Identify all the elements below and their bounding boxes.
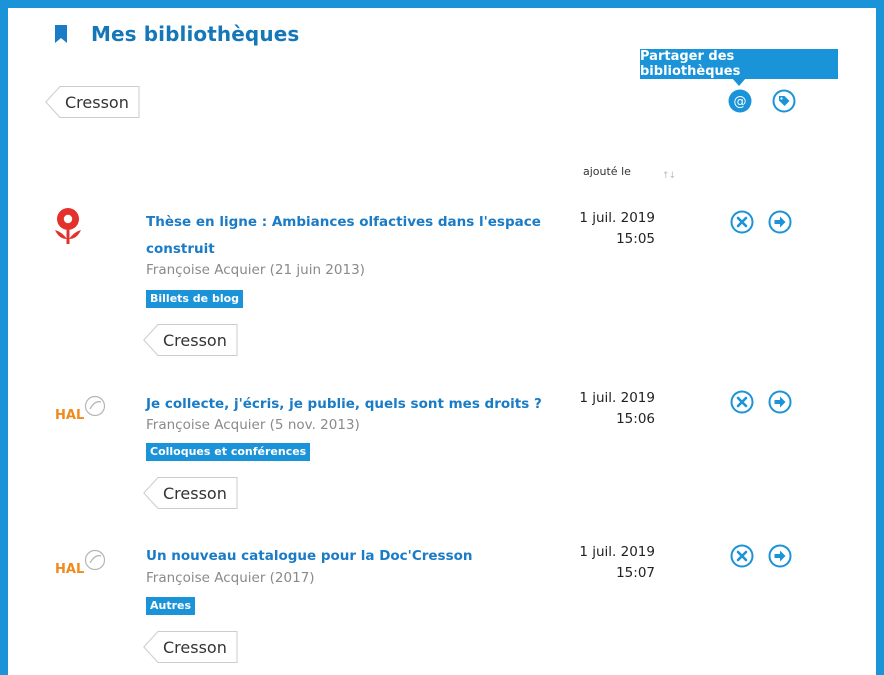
library-tag-cresson[interactable]: Cresson: [45, 86, 140, 118]
category-badge: Billets de blog: [146, 290, 244, 308]
item-date: 1 juil. 2019 15:05: [575, 208, 655, 250]
item-title-line: construit: [146, 241, 215, 257]
category-badge: Colloques et conférences: [146, 443, 311, 461]
item-author: Françoise Acquier (2017): [146, 570, 315, 586]
item-tag-label: Cresson: [163, 637, 227, 657]
time-line: 15:06: [616, 411, 655, 427]
share-tooltip: Partager des bibliothèques: [640, 49, 838, 79]
remove-icon[interactable]: [730, 544, 754, 568]
bookmark-icon: [55, 25, 67, 43]
item-title-link[interactable]: Je collecte, j'écris, je publie, quels s…: [146, 391, 542, 418]
time-line: 15:05: [616, 231, 655, 247]
date-line: 1 juil. 2019: [579, 544, 655, 560]
item-date: 1 juil. 2019 15:07: [575, 542, 655, 584]
flower-logo-icon: [55, 208, 81, 244]
item-date: 1 juil. 2019 15:06: [575, 388, 655, 430]
hal-logo-text: HAL: [55, 408, 84, 423]
library-tag-label: Cresson: [65, 92, 129, 112]
item-tag-cresson[interactable]: Cresson: [143, 324, 238, 356]
remove-icon[interactable]: [730, 390, 754, 414]
hal-logo-icon: HAL: [55, 395, 106, 423]
hal-logo-text: HAL: [55, 562, 84, 577]
item-tag-cresson[interactable]: Cresson: [143, 477, 238, 509]
date-line: 1 juil. 2019: [579, 210, 655, 226]
page-header: Mes bibliothèques: [54, 22, 299, 46]
tooltip-arrow: [732, 78, 746, 86]
category-badge: Autres: [146, 597, 196, 615]
sort-icon[interactable]: ↑↓: [662, 171, 676, 181]
item-title-line: Un nouveau catalogue pour la Doc'Cresson: [146, 548, 473, 564]
open-arrow-icon[interactable]: [768, 544, 792, 568]
item-title-link[interactable]: Thèse en ligne : Ambiances olfactives da…: [146, 209, 541, 263]
date-line: 1 juil. 2019: [579, 390, 655, 406]
open-arrow-icon[interactable]: [768, 210, 792, 234]
item-title-link[interactable]: Un nouveau catalogue pour la Doc'Cresson: [146, 543, 473, 570]
remove-icon[interactable]: [730, 210, 754, 234]
item-author: Françoise Acquier (21 juin 2013): [146, 262, 365, 278]
open-arrow-icon[interactable]: [768, 390, 792, 414]
item-author: Françoise Acquier (5 nov. 2013): [146, 417, 360, 433]
svg-text:@: @: [734, 95, 747, 110]
time-line: 15:07: [616, 565, 655, 581]
column-header-added[interactable]: ajouté le: [583, 165, 631, 178]
item-tag-cresson[interactable]: Cresson: [143, 631, 238, 663]
item-tag-label: Cresson: [163, 483, 227, 503]
item-title-line: Thèse en ligne : Ambiances olfactives da…: [146, 214, 541, 230]
page-title: Mes bibliothèques: [91, 22, 300, 46]
hal-logo-icon: HAL: [55, 549, 106, 577]
share-at-icon[interactable]: @: [728, 89, 752, 113]
item-title-line: Je collecte, j'écris, je publie, quels s…: [146, 396, 542, 412]
item-tag-label: Cresson: [163, 330, 227, 350]
tag-icon[interactable]: [772, 89, 796, 113]
